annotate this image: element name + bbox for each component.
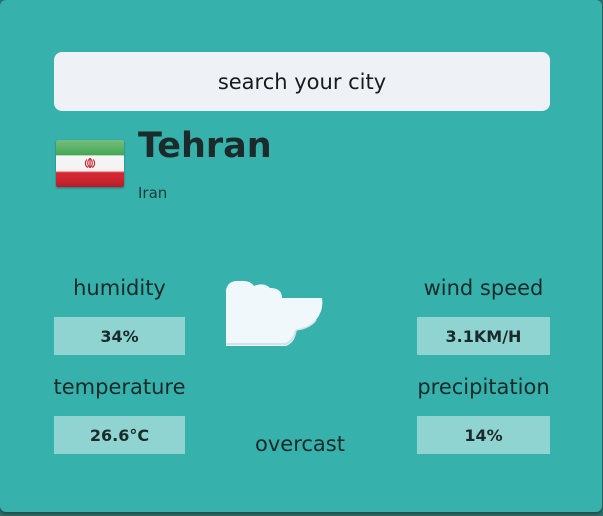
city-search-input[interactable] bbox=[54, 52, 550, 111]
wind-speed-value: 3.1KM/H bbox=[417, 317, 550, 355]
humidity-value: 34% bbox=[54, 317, 185, 355]
weather-card: Tehran Iran humidity 34% temperature 26.… bbox=[0, 0, 602, 512]
humidity-label: humidity bbox=[73, 276, 166, 300]
iran-flag-icon bbox=[56, 140, 124, 187]
precipitation-value: 14% bbox=[417, 416, 550, 454]
country-name: Iran bbox=[138, 184, 168, 202]
precipitation-label: precipitation bbox=[417, 375, 550, 399]
weather-condition: overcast bbox=[255, 432, 345, 456]
wind-speed-label: wind speed bbox=[423, 276, 544, 300]
city-name: Tehran bbox=[138, 126, 272, 166]
temperature-value: 26.6°C bbox=[54, 416, 185, 454]
temperature-label: temperature bbox=[53, 375, 186, 399]
cloud-icon bbox=[224, 280, 324, 350]
